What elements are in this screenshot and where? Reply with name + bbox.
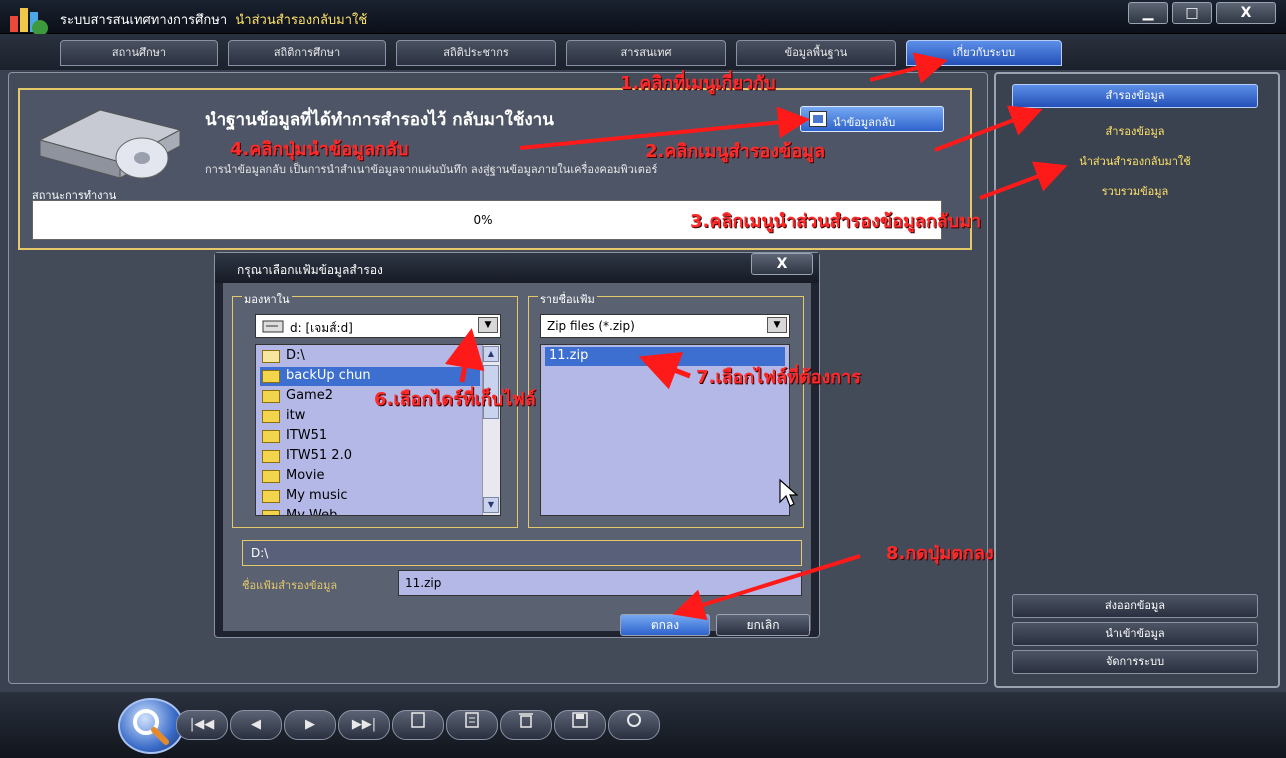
chevron-down-icon[interactable]: ▼ [767, 317, 787, 333]
ok-button[interactable]: ตกลง [620, 614, 710, 636]
restore-icon [809, 111, 827, 127]
app-title: ระบบสารสนเทศทางการศึกษา [60, 13, 228, 28]
file-type-value: Zip files (*.zip) [547, 319, 635, 333]
tab-education-stats[interactable]: สถิติการศึกษา [228, 40, 386, 66]
tab-information[interactable]: สารสนเทศ [566, 40, 726, 66]
current-path-display: D:\ [242, 540, 802, 566]
tab-population-stats[interactable]: สถิติประชากร [396, 40, 556, 66]
dialog-close-button[interactable]: X [751, 253, 813, 275]
drive-select[interactable]: d: [เจมส์:d] ▼ [255, 314, 501, 338]
folder-icon [262, 450, 280, 463]
dialog-titlebar: กรุณาเลือกแฟ้มข้อมูลสำรอง X [215, 253, 819, 283]
app-logo-icon [10, 8, 48, 36]
annotation-step-3: 3.คลิกเมนูนำส่วนสำรองข้อมูลกลับมา [690, 211, 982, 232]
annotation-step-4: 4.คลิกปุ่มนำข้อมูลกลับ [230, 139, 409, 160]
save-icon[interactable] [554, 710, 606, 740]
tab-about-system[interactable]: เกี่ยวกับระบบ [906, 40, 1062, 66]
previous-record-icon[interactable]: ◀ [230, 710, 282, 740]
restore-button-label: นำข้อมูลกลับ [833, 116, 896, 129]
list-item[interactable]: My Web [260, 507, 480, 515]
close-button[interactable]: X [1216, 2, 1276, 24]
list-item[interactable]: ITW51 [260, 427, 480, 446]
annotation-step-2: 2.คลิกเมนูสำรองข้อมูล [645, 141, 826, 162]
current-path: D:\ [251, 546, 269, 560]
menu-link-collect[interactable]: รวบรวมข้อมูล [1012, 182, 1258, 200]
menu-link-backup[interactable]: สำรองข้อมูล [1012, 122, 1258, 140]
title-bar: ระบบสารสนเทศทางการศึกษา นำส่วนสำรองกลับม… [0, 0, 1286, 36]
menu-system-button[interactable]: จัดการระบบ [1012, 650, 1258, 674]
menu-import-button[interactable]: นำเข้าข้อมูล [1012, 622, 1258, 646]
menu-export-button[interactable]: ส่งออกข้อมูล [1012, 594, 1258, 618]
menu-link-restore[interactable]: นำส่วนสำรองกลับมาใช้ [1012, 152, 1258, 170]
hard-disk-icon [38, 109, 182, 179]
next-record-icon[interactable]: ▶ [284, 710, 336, 740]
dialog-title: กรุณาเลือกแฟ้มข้อมูลสำรอง [237, 263, 383, 277]
list-item[interactable]: Movie [260, 467, 480, 486]
drive-icon [262, 320, 284, 333]
restore-title: นำฐานข้อมูลที่ได้ทำการสำรองไว้ กลับมาใช้… [205, 110, 554, 130]
list-item[interactable]: My music [260, 487, 480, 506]
tab-school[interactable]: สถานศึกษา [60, 40, 218, 66]
filename-field[interactable]: 11.zip [398, 570, 802, 596]
folder-icon [262, 490, 280, 503]
search-icon[interactable] [118, 698, 184, 754]
folder-icon [262, 370, 280, 383]
folder-icon [262, 430, 280, 443]
open-folder-icon [262, 350, 280, 363]
scroll-down-icon[interactable]: ▼ [483, 497, 499, 513]
list-item[interactable]: ITW51 2.0 [260, 447, 480, 466]
first-record-icon[interactable]: |◀◀ [176, 710, 228, 740]
scroll-up-icon[interactable]: ▲ [483, 346, 499, 362]
list-item[interactable]: D:\ [260, 347, 480, 366]
annotation-step-6: 6.เลือกไดร์ที่เก็บไฟล์ [374, 389, 536, 410]
new-document-icon[interactable] [392, 710, 444, 740]
filename-label: ชื่อแฟ้มสำรองข้อมูล [242, 579, 338, 592]
window-subtitle: นำส่วนสำรองกลับมาใช้ [235, 13, 368, 28]
look-in-label: มองหาใน [242, 290, 292, 308]
last-record-icon[interactable]: ▶▶| [338, 710, 390, 740]
folder-list[interactable]: D:\ backUp chun Game2 itw ITW51 ITW51 2.… [255, 344, 501, 516]
menu-backup-header[interactable]: สำรองข้อมูล [1012, 84, 1258, 108]
annotation-step-7: 7.เลือกไฟล์ที่ต้องการ [696, 367, 861, 388]
folder-icon [262, 410, 280, 423]
file-list-label: รายชื่อแฟ้ม [538, 290, 597, 308]
annotation-step-1: 1.คลิกที่เมนูเกี่ยวกับ [620, 73, 776, 94]
trash-icon[interactable] [500, 710, 552, 740]
file-type-select[interactable]: Zip files (*.zip) ▼ [540, 314, 790, 338]
chevron-down-icon[interactable]: ▼ [478, 317, 498, 333]
folder-list-scrollbar[interactable]: ▲ ▼ [482, 345, 500, 515]
main-tabbar: สถานศึกษา สถิติการศึกษา สถิติประชากร สาร… [0, 34, 1286, 70]
document-icon[interactable] [446, 710, 498, 740]
refresh-icon[interactable] [608, 710, 660, 740]
folder-icon [262, 390, 280, 403]
maximize-button[interactable]: □ [1172, 2, 1212, 24]
window-title: ระบบสารสนเทศทางการศึกษา นำส่วนสำรองกลับม… [60, 9, 367, 30]
mouse-cursor-icon [779, 478, 798, 507]
cancel-button[interactable]: ยกเลิก [716, 614, 810, 636]
restore-data-button[interactable]: นำข้อมูลกลับ [800, 106, 944, 132]
app-window: ระบบสารสนเทศทางการศึกษา นำส่วนสำรองกลับม… [0, 0, 1286, 758]
minimize-button[interactable]: ▁ [1128, 2, 1168, 24]
tab-basic-data[interactable]: ข้อมูลพื้นฐาน [736, 40, 896, 66]
folder-icon [262, 510, 280, 515]
folder-icon [262, 470, 280, 483]
drive-value: d: [เจมส์:d] [290, 321, 353, 335]
annotation-step-8: 8.กดปุ่มตกลง [886, 543, 994, 564]
